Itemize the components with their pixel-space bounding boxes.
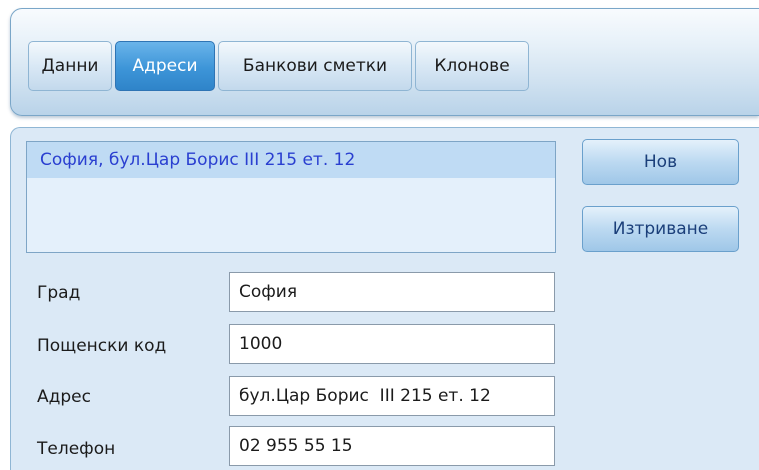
delete-button[interactable]: Изтриване xyxy=(582,206,739,252)
tab-bar: Данни Адреси Банкови сметки Клонове xyxy=(28,41,529,91)
city-field[interactable] xyxy=(229,272,555,312)
address-label: Адрес xyxy=(37,387,91,407)
phone-label: Телефон xyxy=(37,439,116,459)
list-item[interactable]: София, бул.Цар Борис III 215 ет. 12 xyxy=(27,142,555,178)
city-label: Град xyxy=(37,283,81,303)
postal-code-label: Пощенски код xyxy=(37,336,167,356)
tab-data[interactable]: Данни xyxy=(28,41,112,91)
address-field[interactable] xyxy=(229,376,555,416)
postal-code-field[interactable] xyxy=(229,324,555,364)
tab-addresses[interactable]: Адреси xyxy=(115,41,215,91)
address-list[interactable]: София, бул.Цар Борис III 215 ет. 12 xyxy=(26,141,556,253)
new-button[interactable]: Нов xyxy=(582,139,739,185)
phone-field[interactable] xyxy=(229,426,555,466)
tab-branches[interactable]: Клонове xyxy=(415,41,529,91)
tab-bank-accounts[interactable]: Банкови сметки xyxy=(218,41,412,91)
